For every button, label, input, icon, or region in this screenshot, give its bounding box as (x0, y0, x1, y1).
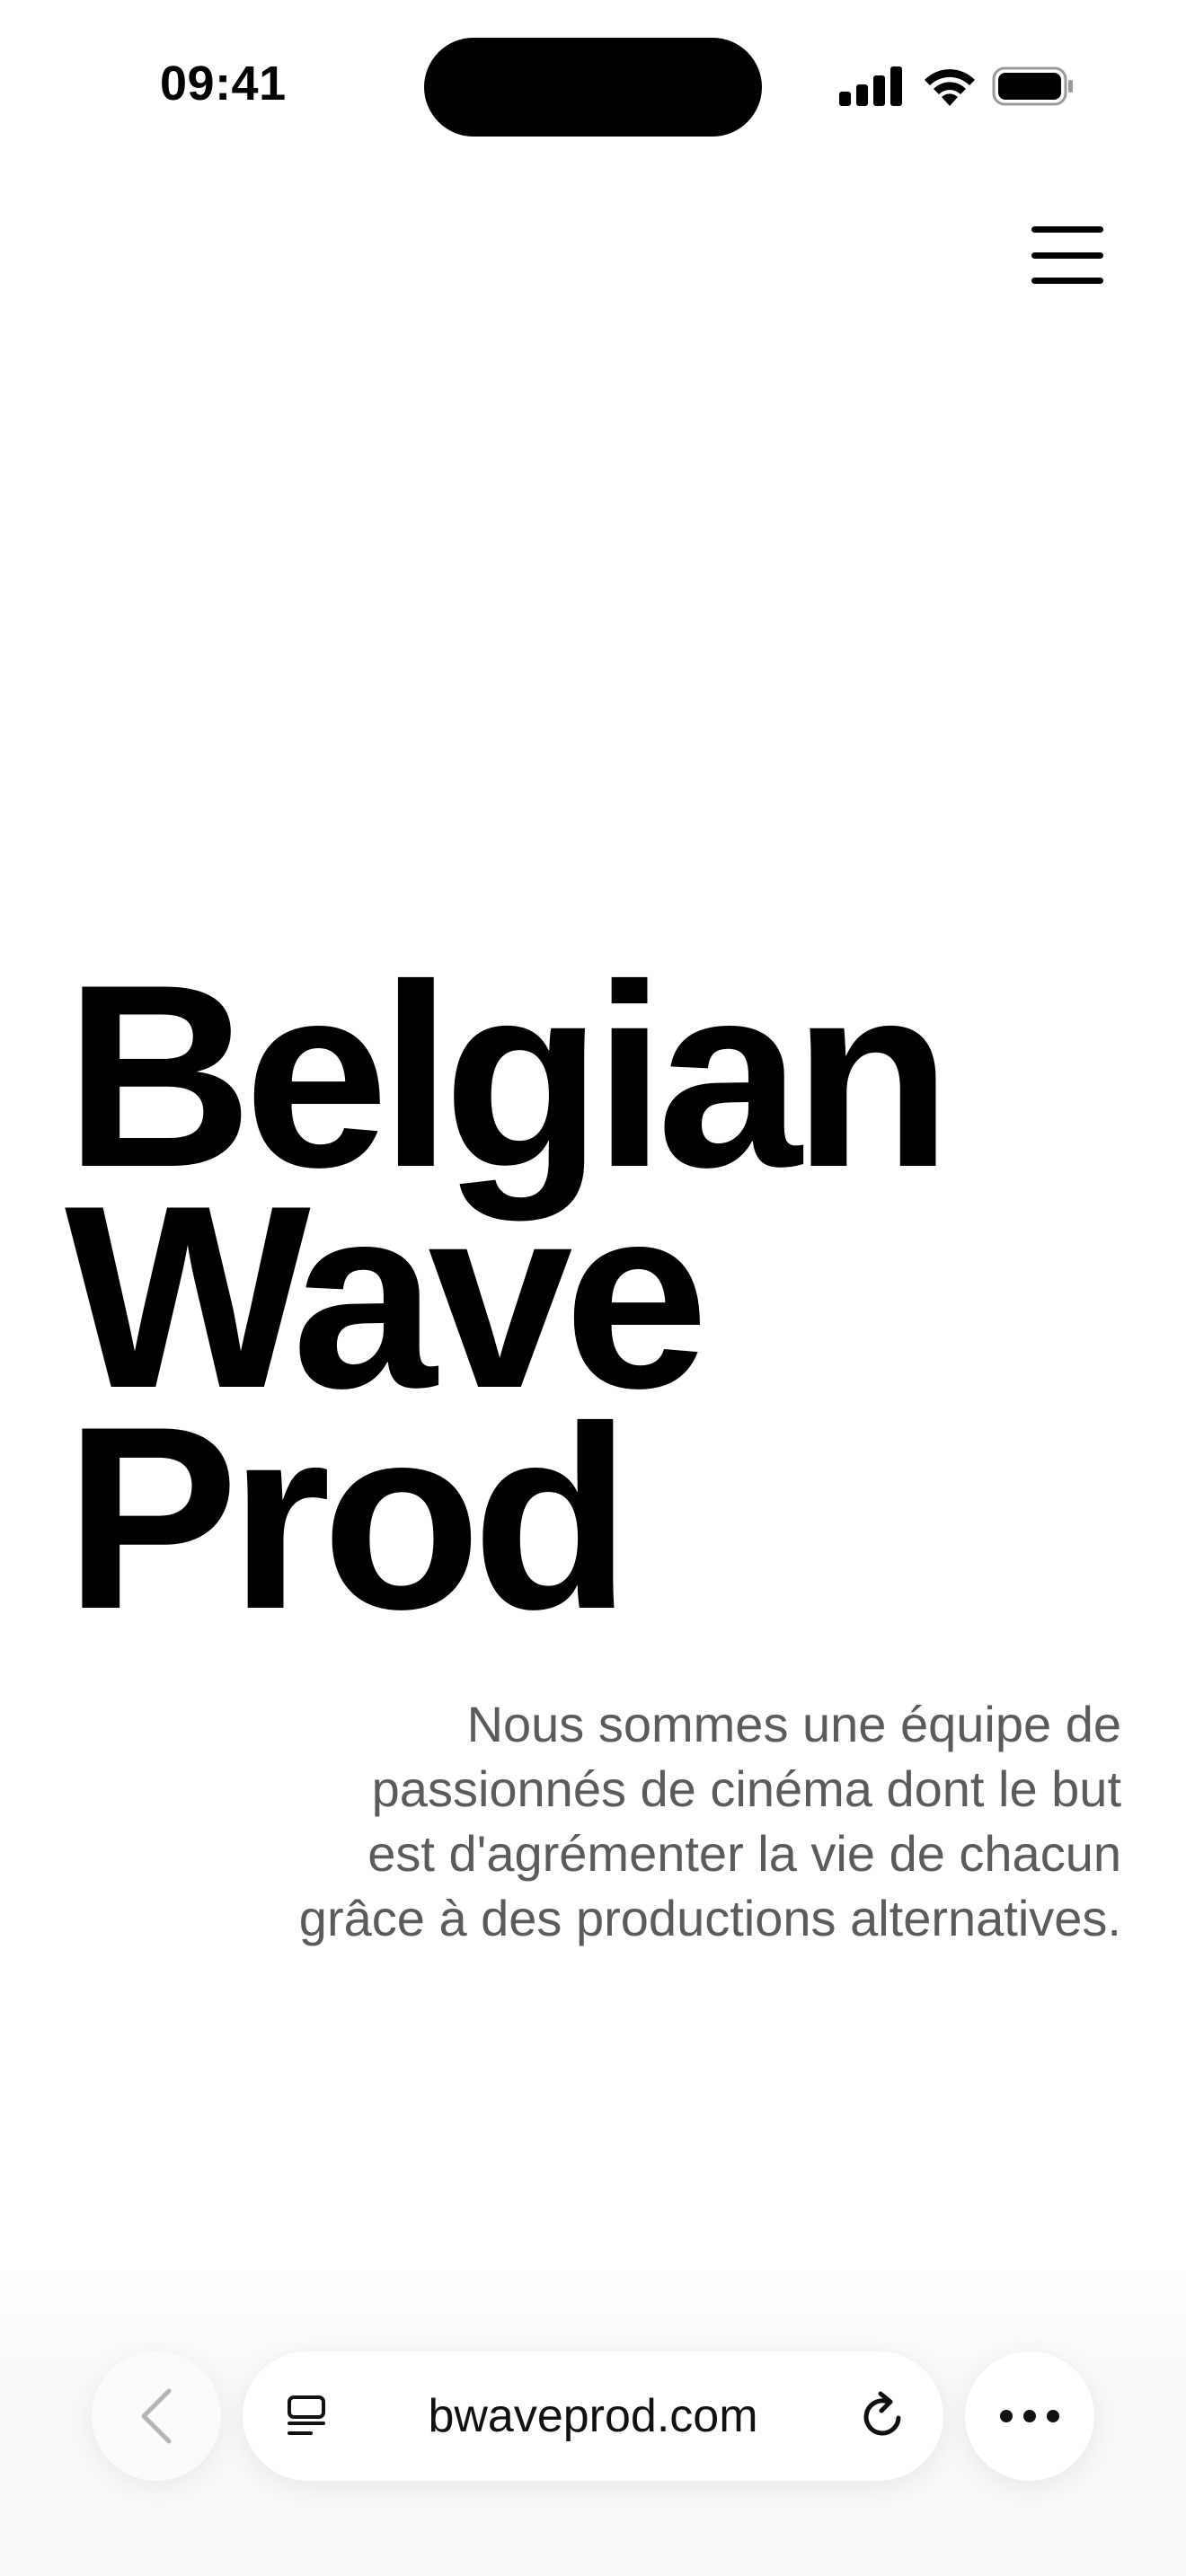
wifi-icon (925, 69, 975, 106)
tabs-icon[interactable] (286, 2395, 329, 2438)
more-icon-dot (1023, 2410, 1036, 2422)
back-button[interactable] (92, 2351, 221, 2481)
reload-icon[interactable] (857, 2391, 907, 2441)
status-icons (839, 63, 1076, 110)
chevron-left-icon (141, 2388, 172, 2444)
signal-icon (839, 66, 902, 106)
hero-description: Nous sommes une équipe de passionnés de … (169, 1692, 1121, 1951)
hero-title-line: Prod (65, 1372, 632, 1663)
hero-description-line: Nous sommes une équipe de (466, 1696, 1121, 1752)
hero-description-line: passionnés de cinéma dont le but (371, 1760, 1121, 1817)
dynamic-island (424, 38, 762, 137)
more-icon (1000, 2410, 1013, 2422)
more-button[interactable] (965, 2351, 1094, 2481)
more-icon-dot (1047, 2410, 1059, 2422)
status-time: 09:41 (160, 57, 287, 110)
battery-icon (992, 66, 1073, 106)
hamburger-menu-icon (1031, 226, 1103, 233)
hamburger-menu-line (1031, 251, 1103, 259)
hero-description-line: est d'agrémenter la vie de chacun (367, 1825, 1121, 1882)
address-bar[interactable]: bwaveprod.com (243, 2351, 943, 2481)
menu-button[interactable] (1024, 223, 1111, 287)
hero-title: Belgian Wave Prod (65, 946, 951, 1663)
hamburger-menu-line (1031, 278, 1103, 284)
url-text[interactable]: bwaveprod.com (368, 2387, 818, 2445)
hero-description-line: grâce à des productions alternatives. (298, 1890, 1121, 1946)
